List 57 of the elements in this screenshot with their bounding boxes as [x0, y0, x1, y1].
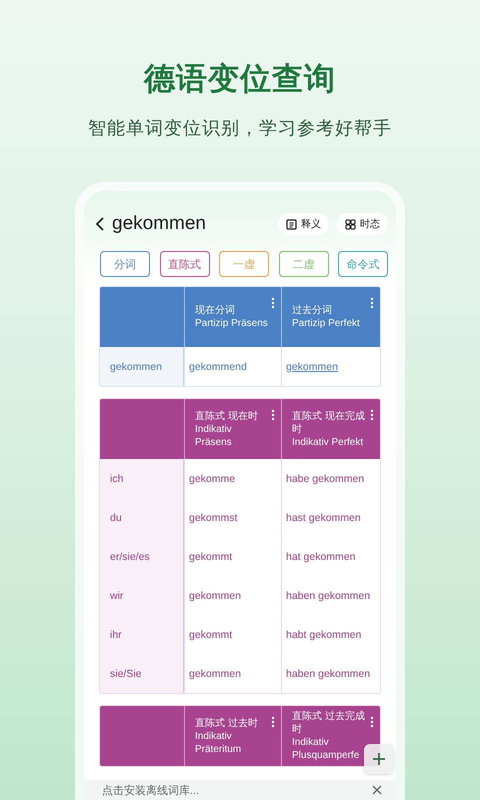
plus-icon: [372, 752, 386, 766]
mood-tab[interactable]: 直陈式: [160, 251, 210, 277]
pronoun-label: sie/Sie: [110, 668, 142, 680]
word-title: gekommen: [112, 213, 207, 235]
install-banner[interactable]: 点击安装离线词库...: [84, 780, 396, 800]
form-text: gekommst: [189, 512, 238, 524]
column-subtitle: Indikativ Plusquamperfe: [292, 736, 360, 762]
more-icon[interactable]: [370, 297, 374, 309]
pronoun-label: gekommen: [110, 360, 162, 372]
grid-icon: [345, 218, 356, 230]
more-icon[interactable]: [370, 716, 374, 728]
add-button[interactable]: [364, 744, 394, 774]
pronoun-label: du: [110, 512, 122, 524]
pronoun-label: wir: [110, 590, 124, 602]
mood-tab[interactable]: 一虚: [219, 251, 269, 277]
more-icon[interactable]: [271, 297, 275, 309]
form-text: gekomme: [189, 472, 236, 484]
column-title: 直陈式 过去时: [195, 716, 259, 730]
mood-tab[interactable]: 命令式: [338, 251, 388, 277]
pronoun-label: ich: [110, 472, 124, 484]
column-subtitle: Partizip Präsens: [195, 317, 269, 330]
form-text: habe gekommen: [286, 472, 364, 484]
column-subtitle: Indikativ Präteritum: [195, 730, 242, 756]
mood-tab[interactable]: 二虚: [278, 251, 328, 277]
form-link[interactable]: gekommen: [286, 360, 338, 372]
form-text: haben gekommen: [286, 668, 370, 680]
column-title: 直陈式 过去完成时: [292, 710, 366, 736]
document-icon: [286, 218, 297, 230]
column-title: 过去分词: [292, 304, 333, 317]
form-text: hat gekommen: [286, 550, 356, 562]
headline: 德语变位查询: [144, 60, 336, 98]
form-text: gekommen: [189, 668, 241, 680]
mood-tab[interactable]: 分词: [100, 251, 150, 277]
subheadline: 智能单词变位识别，学习参考好帮手: [88, 117, 392, 140]
form-text: gekommt: [189, 550, 232, 562]
pronoun-label: ihr: [110, 628, 122, 640]
form-text: gekommend: [189, 360, 247, 372]
close-icon[interactable]: [372, 785, 382, 795]
banner-text: 点击安装离线词库...: [102, 784, 200, 798]
column-subtitle: Partizip Perfekt: [292, 317, 361, 330]
more-icon[interactable]: [271, 409, 275, 421]
column-title: 现在分词: [195, 304, 236, 317]
tenses-button[interactable]: 时态: [337, 213, 388, 235]
form-text: habt gekommen: [286, 628, 362, 640]
form-text: haben gekommen: [286, 590, 370, 602]
pronoun-label: er/sie/es: [110, 550, 150, 562]
more-icon[interactable]: [271, 716, 275, 728]
more-icon[interactable]: [370, 409, 374, 421]
column-subtitle: Indikativ Präsens: [195, 422, 233, 448]
column-subtitle: Indikativ Perfekt: [292, 436, 364, 448]
form-text: gekommt: [189, 628, 232, 640]
form-text: gekommen: [189, 590, 241, 602]
column-title: 直陈式 现在时: [195, 410, 259, 422]
column-title: 直陈式 现在完成时: [292, 410, 366, 436]
form-text: hast gekommen: [286, 512, 361, 524]
definition-button[interactable]: 释义: [278, 213, 329, 235]
back-icon[interactable]: [96, 217, 104, 231]
